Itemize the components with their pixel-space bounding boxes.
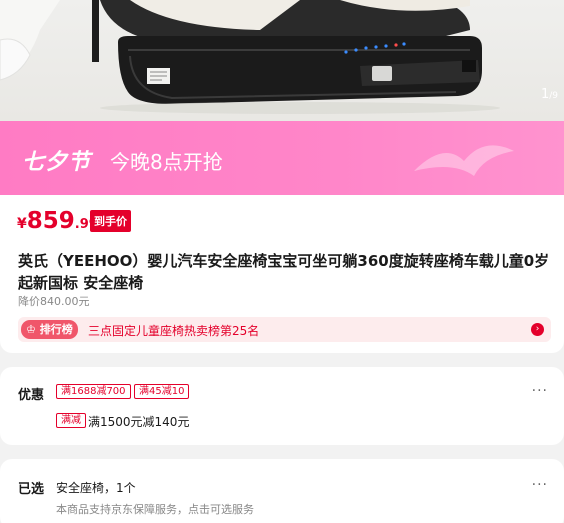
chevron-right-icon[interactable]: › [531,323,544,336]
sale-start-text: 今晚8点开抢 [110,150,223,174]
service-note: 本商品支持京东保障服务，点击可选服务 [56,503,254,516]
price-integer: 859 [26,208,75,234]
coupon-tag[interactable]: 满1688减700 [56,384,131,399]
price-currency: ¥ [17,216,27,232]
coupon-tag[interactable]: 满45减10 [134,384,190,399]
product-price: ¥859.99 [17,208,98,234]
image-counter-total: /9 [549,91,558,101]
selected-variant: 安全座椅，1个 [56,481,136,495]
promotions-card[interactable]: 优惠 满1688减700 满45减10 ··· 满减 满1500元减140元 [0,367,564,445]
ranking-badge: ♔ 排行榜 [21,320,78,339]
promo-type-tag: 满减 [56,413,86,428]
festival-name: 七夕节 [22,150,92,175]
product-image-gallery[interactable]: 1/9 [0,0,564,121]
ranking-badge-label: 排行榜 [39,323,73,336]
festival-banner[interactable]: 七夕节 今晚8点开抢 [0,121,564,195]
product-info-card: ¥859.99 到手价 英氏（YEEHOO）婴儿汽车安全座椅宝宝可坐可躺360度… [0,195,564,353]
trophy-icon: ♔ [26,323,36,336]
product-title: 英氏（YEEHOO）婴儿汽车安全座椅宝宝可坐可躺360度旋转座椅车载儿童0岁起新… [18,252,550,292]
promo-text: 满1500元减140元 [88,415,190,429]
price-drop-note: 降价840.00元 [18,295,90,308]
ranking-bar[interactable]: ♔ 排行榜 三点固定儿童座椅热卖榜第25名 › [18,317,551,342]
promotions-label: 优惠 [18,388,45,403]
image-counter: 1/9 [541,87,558,102]
image-counter-current: 1 [540,87,550,102]
magpie-decoration-icon [414,145,514,176]
more-icon[interactable]: ··· [532,477,548,493]
more-icon[interactable]: ··· [532,383,548,399]
product-detail-page: 1/9 七夕节 今晚8点开抢 ¥859.99 到手价 英氏（YEEHOO）婴儿汽… [0,0,564,523]
car-seat-photo [0,0,500,114]
selection-label: 已选 [18,482,45,497]
selection-card[interactable]: 已选 安全座椅，1个 ··· 本商品支持京东保障服务，点击可选服务 [0,459,564,523]
ranking-text: 三点固定儿童座椅热卖榜第25名 [88,324,260,338]
final-price-badge: 到手价 [90,210,131,232]
